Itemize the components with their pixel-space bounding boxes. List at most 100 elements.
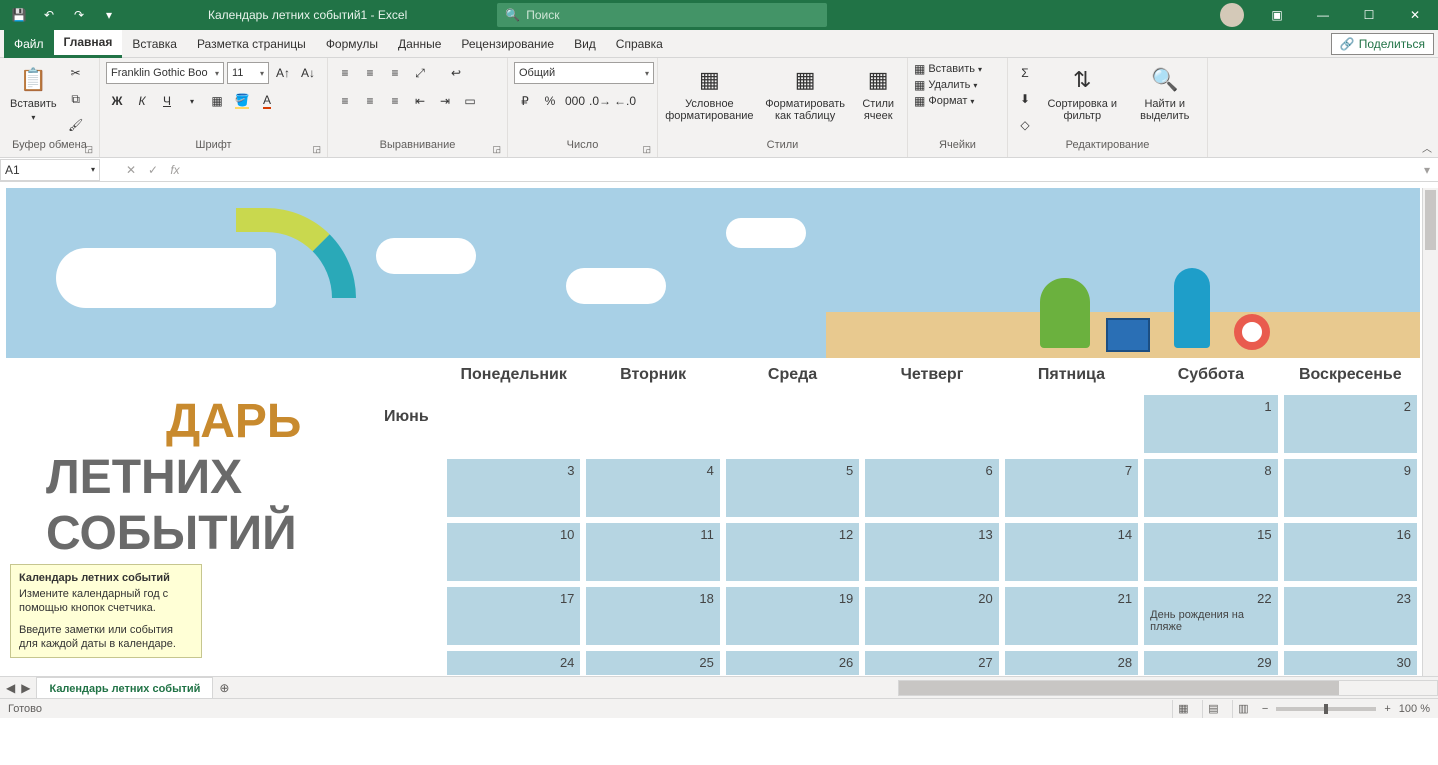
currency-icon[interactable]: ₽	[514, 90, 536, 112]
sort-filter-button[interactable]: ⇅Сортировка и фильтр	[1040, 62, 1125, 124]
sheet-nav-next-icon[interactable]: ▶	[21, 681, 30, 695]
tab-insert[interactable]: Вставка	[122, 30, 187, 58]
sheet-tab[interactable]: Календарь летних событий	[36, 677, 213, 699]
decrease-decimal-icon[interactable]: ←.0	[614, 90, 636, 112]
cell-styles-button[interactable]: ▦Стили ячеек	[855, 62, 901, 124]
decrease-font-icon[interactable]: A↓	[297, 62, 319, 84]
fill-icon[interactable]: ⬇	[1014, 88, 1036, 110]
calendar-cell[interactable]	[583, 392, 722, 456]
redo-icon[interactable]: ↷	[68, 4, 90, 26]
calendar-cell[interactable]: 30	[1281, 648, 1420, 678]
calendar-cell[interactable]: 26	[723, 648, 862, 678]
calendar-cell[interactable]	[723, 392, 862, 456]
orientation-icon[interactable]: ⤢	[409, 62, 431, 84]
calendar-cell[interactable]: 5	[723, 456, 862, 520]
calendar-cell[interactable]: 6	[862, 456, 1001, 520]
font-size-combo[interactable]: 11▾	[227, 62, 269, 84]
insert-cells-button[interactable]: ▦Вставить▾	[914, 62, 982, 76]
align-center-icon[interactable]: ≡	[359, 90, 381, 112]
calendar-cell[interactable]	[1002, 392, 1141, 456]
calendar-cell[interactable]: 18	[583, 584, 722, 648]
paste-button[interactable]: 📋 Вставить ▾	[6, 62, 61, 126]
increase-indent-icon[interactable]: ⇥	[434, 90, 456, 112]
calendar-cell[interactable]	[444, 392, 583, 456]
calendar-cell[interactable]: 13	[862, 520, 1001, 584]
calendar-cell[interactable]: 17	[444, 584, 583, 648]
new-sheet-icon[interactable]: ⊕	[213, 677, 235, 698]
collapse-ribbon-icon[interactable]: ︿	[1422, 140, 1432, 155]
search-box[interactable]: 🔍 Поиск	[497, 3, 827, 27]
insert-function-icon[interactable]: fx	[164, 163, 186, 177]
calendar-cell[interactable]: 8	[1141, 456, 1280, 520]
calendar-cell[interactable]: 25	[583, 648, 722, 678]
bold-button[interactable]: Ж	[106, 90, 128, 112]
save-icon[interactable]: 💾	[8, 4, 30, 26]
conditional-formatting-button[interactable]: ▦Условное форматирование	[664, 62, 755, 124]
calendar-cell[interactable]: 20	[862, 584, 1001, 648]
calendar-cell[interactable]: 14	[1002, 520, 1141, 584]
calendar-cell[interactable]: 2	[1281, 392, 1420, 456]
align-bottom-icon[interactable]: ≡	[384, 62, 406, 84]
autosum-icon[interactable]: Σ	[1014, 62, 1036, 84]
cut-icon[interactable]: ✂	[65, 62, 87, 84]
clear-icon[interactable]: ◇	[1014, 114, 1036, 136]
calendar-cell[interactable]: 7	[1002, 456, 1141, 520]
find-select-button[interactable]: 🔍Найти и выделить	[1129, 62, 1201, 124]
calendar-cell[interactable]: 4	[583, 456, 722, 520]
format-painter-icon[interactable]: 🖌	[65, 114, 87, 136]
close-icon[interactable]: ✕	[1392, 0, 1438, 30]
calendar-cell[interactable]: 15	[1141, 520, 1280, 584]
comma-icon[interactable]: 000	[564, 90, 586, 112]
enter-formula-icon[interactable]: ✓	[142, 163, 164, 177]
formula-input[interactable]	[186, 159, 1416, 181]
format-cells-button[interactable]: ▦Формат▾	[914, 94, 974, 108]
align-middle-icon[interactable]: ≡	[359, 62, 381, 84]
zoom-out-icon[interactable]: −	[1262, 703, 1268, 715]
copy-icon[interactable]: ⧉	[65, 88, 87, 110]
tab-view[interactable]: Вид	[564, 30, 606, 58]
quick-access-more-icon[interactable]: ▾	[98, 4, 120, 26]
horizontal-scrollbar[interactable]	[898, 680, 1438, 696]
tab-help[interactable]: Справка	[606, 30, 673, 58]
underline-button[interactable]: Ч	[156, 90, 178, 112]
font-dialog-icon[interactable]: ◲	[312, 144, 321, 155]
calendar-cell[interactable]: 10	[444, 520, 583, 584]
tab-file[interactable]: Файл	[4, 30, 54, 58]
wrap-text-icon[interactable]: ↩	[445, 62, 467, 84]
calendar-cell[interactable]: 1	[1141, 392, 1280, 456]
name-box[interactable]: A1▾	[0, 159, 100, 181]
ribbon-display-icon[interactable]: ▣	[1254, 0, 1300, 30]
calendar-cell[interactable]: 11	[583, 520, 722, 584]
merge-icon[interactable]: ▭	[459, 90, 481, 112]
percent-icon[interactable]: %	[539, 90, 561, 112]
font-color-icon[interactable]: A	[256, 90, 278, 112]
calendar-cell[interactable]: 27	[862, 648, 1001, 678]
alignment-dialog-icon[interactable]: ◲	[492, 144, 501, 155]
underline-dropdown-icon[interactable]: ▾	[181, 90, 203, 112]
expand-formula-bar-icon[interactable]: ▾	[1416, 163, 1438, 177]
delete-cells-button[interactable]: ▦Удалить▾	[914, 78, 977, 92]
calendar-cell[interactable]: 19	[723, 584, 862, 648]
tab-data[interactable]: Данные	[388, 30, 451, 58]
increase-font-icon[interactable]: A↑	[272, 62, 294, 84]
calendar-cell[interactable]: 3	[444, 456, 583, 520]
calendar-cell[interactable]: 21	[1002, 584, 1141, 648]
calendar-cell[interactable]: 12	[723, 520, 862, 584]
italic-button[interactable]: К	[131, 90, 153, 112]
minimize-icon[interactable]: —	[1300, 0, 1346, 30]
number-format-combo[interactable]: Общий▾	[514, 62, 654, 84]
format-as-table-button[interactable]: ▦Форматировать как таблицу	[759, 62, 852, 124]
calendar-cell[interactable]: 28	[1002, 648, 1141, 678]
clipboard-dialog-icon[interactable]: ◲	[84, 144, 93, 155]
align-right-icon[interactable]: ≡	[384, 90, 406, 112]
align-top-icon[interactable]: ≡	[334, 62, 356, 84]
align-left-icon[interactable]: ≡	[334, 90, 356, 112]
tab-page-layout[interactable]: Разметка страницы	[187, 30, 316, 58]
tab-home[interactable]: Главная	[54, 30, 123, 58]
zoom-slider[interactable]	[1276, 707, 1376, 711]
maximize-icon[interactable]: ☐	[1346, 0, 1392, 30]
sheet-nav-prev-icon[interactable]: ◀	[6, 681, 15, 695]
font-name-combo[interactable]: Franklin Gothic Boo▾	[106, 62, 224, 84]
user-avatar[interactable]	[1220, 3, 1244, 27]
cancel-formula-icon[interactable]: ✕	[120, 163, 142, 177]
